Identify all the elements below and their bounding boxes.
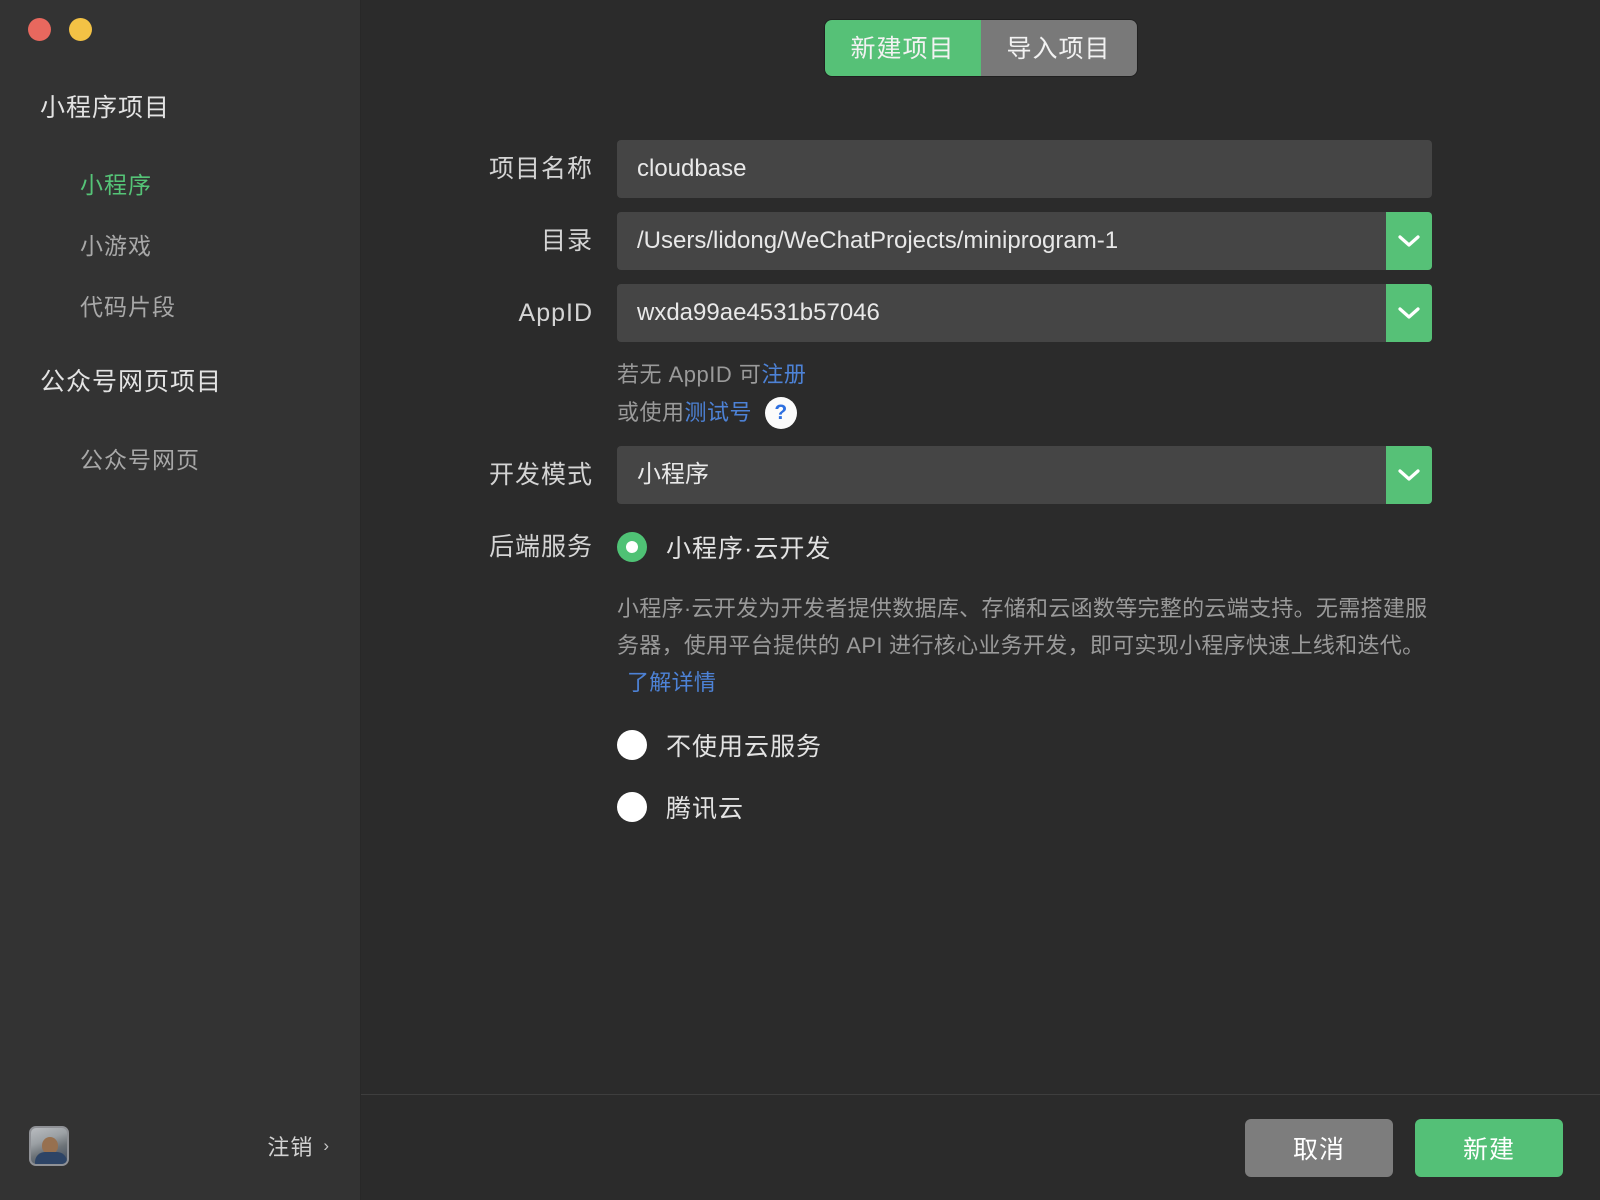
form-row-project-name: 项目名称 cloudbase [361,140,1600,198]
sidebar-item-official-account-page[interactable]: 公众号网页 [0,441,360,475]
radio-cloudbase[interactable] [617,532,647,562]
radio-cloudbase-label: 小程序·云开发 [666,535,832,563]
sidebar-item-codesnippet[interactable]: 代码片段 [0,288,360,322]
appid-hints: 若无 AppID 可 注册 或使用 测试号 ? [617,356,1600,432]
mode-segmented-control: 新建项目 导入项目 [824,20,1137,76]
sidebar-item-label: 公众号网页 [80,447,200,473]
create-button[interactable]: 新建 [1415,1118,1563,1177]
chevron-down-icon [1398,234,1420,247]
radio-tencent-cloud-label: 腾讯云 [666,795,745,823]
sidebar-group-title-miniprogram: 小程序项目 [40,94,171,122]
backend-option-tencent-cloud[interactable]: 腾讯云 [617,789,1600,825]
appid-hint-register: 若无 AppID 可 注册 [617,356,1600,394]
form-row-appid: AppID wxda99ae4531b57046 [361,284,1600,342]
project-name-label: 项目名称 [488,155,593,183]
backend-option-none[interactable]: 不使用云服务 [617,727,1600,763]
register-link[interactable]: 注册 [761,356,806,394]
form-row-directory: 目录 /Users/lidong/WeChatProjects/miniprog… [361,212,1600,270]
dialog-footer: 取消 新建 [361,1094,1600,1200]
cloudbase-description-text: 小程序·云开发为开发者提供数据库、存储和云函数等完整的云端支持。无需搭建服务器，… [617,596,1428,658]
backend-option-cloudbase[interactable]: 小程序·云开发 [617,518,831,576]
avatar[interactable] [29,1126,69,1166]
cancel-button[interactable]: 取消 [1245,1118,1393,1177]
appid-hint-register-text: 若无 AppID 可 [617,362,762,387]
radio-tencent-cloud[interactable] [617,792,647,822]
project-form: 项目名称 cloudbase 目录 /Users/lidong/WeChatPr… [361,140,1600,825]
appid-dropdown-button[interactable] [1386,284,1432,342]
project-name-field-wrap: cloudbase [617,140,1432,198]
learn-more-link[interactable]: 了解详情 [627,670,716,695]
appid-label: AppID [518,299,593,327]
directory-dropdown-button[interactable] [1386,212,1432,270]
radio-no-cloud[interactable] [617,730,647,760]
dev-mode-field-wrap: 小程序 [617,446,1432,504]
chevron-down-icon [1398,306,1420,319]
sidebar-item-minigame[interactable]: 小游戏 [0,227,360,261]
appid-input[interactable]: wxda99ae4531b57046 [617,284,1432,342]
chevron-down-icon [1398,468,1420,481]
test-account-link[interactable]: 测试号 [685,394,753,432]
project-name-input[interactable]: cloudbase [617,140,1432,198]
chevron-right-icon: › [323,1136,330,1155]
sidebar-footer: 注销 › [0,1092,360,1200]
directory-input[interactable]: /Users/lidong/WeChatProjects/miniprogram… [617,212,1432,270]
appid-hint-testaccount-text: 或使用 [617,400,685,425]
minimize-window-button[interactable] [69,18,92,41]
tab-new-project[interactable]: 新建项目 [824,20,981,76]
backend-service-label: 后端服务 [488,533,593,561]
form-row-dev-mode: 开发模式 小程序 [361,446,1600,504]
sidebar-group-title-official-account: 公众号网页项目 [40,368,223,396]
appid-hint-testaccount: 或使用 测试号 ? [617,394,1600,432]
app-window: 小程序项目 小程序 小游戏 代码片段 公众号网页项目 公众号网页 注销 › 新建… [0,0,1600,1200]
sidebar-item-label: 小游戏 [80,233,152,259]
dev-mode-dropdown-button[interactable] [1386,446,1432,504]
sidebar-item-label: 小程序 [80,172,152,198]
appid-field-wrap: wxda99ae4531b57046 [617,284,1432,342]
radio-no-cloud-label: 不使用云服务 [666,733,823,761]
form-row-backend-service: 后端服务 小程序·云开发 [361,518,1600,576]
cloudbase-description: 小程序·云开发为开发者提供数据库、存储和云函数等完整的云端支持。无需搭建服务器，… [617,590,1437,701]
sidebar-item-label: 代码片段 [80,294,176,320]
sidebar: 小程序项目 小程序 小游戏 代码片段 公众号网页项目 公众号网页 注销 › [0,0,360,1200]
directory-field-wrap: /Users/lidong/WeChatProjects/miniprogram… [617,212,1432,270]
tab-import-project[interactable]: 导入项目 [980,20,1137,76]
directory-label: 目录 [540,227,593,255]
main-panel: 新建项目 导入项目 项目名称 cloudbase 目录 /Users/lidon… [360,0,1600,1200]
window-traffic-lights [28,18,92,41]
sidebar-item-miniprogram[interactable]: 小程序 [0,166,360,200]
dev-mode-select[interactable]: 小程序 [617,446,1432,504]
dev-mode-label: 开发模式 [488,461,593,489]
close-window-button[interactable] [28,18,51,41]
logout-button[interactable]: 注销 › [267,1130,330,1162]
logout-label: 注销 [267,1135,314,1160]
help-icon[interactable]: ? [765,397,798,429]
